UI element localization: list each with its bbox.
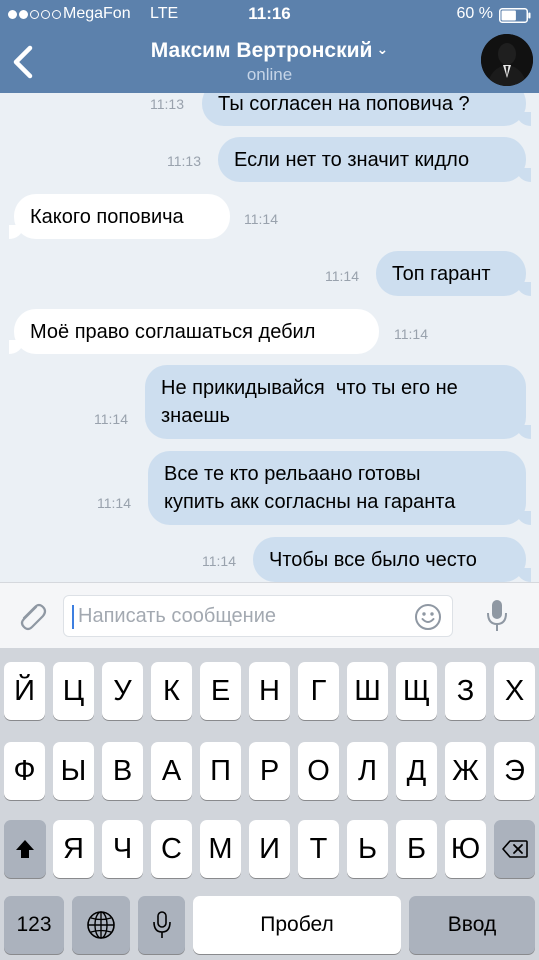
chevron-down-icon: ⌄ (376, 41, 389, 57)
message-time: 11:13 (167, 153, 201, 169)
battery-icon (499, 8, 531, 23)
key-я[interactable]: Я (53, 820, 94, 878)
key-л[interactable]: Л (347, 742, 388, 800)
key-м[interactable]: М (200, 820, 241, 878)
message-input-placeholder: Написать сообщение (78, 605, 277, 627)
message-time: 11:14 (244, 211, 278, 227)
message-bubble[interactable]: Моё право соглашаться дебил (9, 309, 379, 354)
message-time: 11:13 (150, 96, 184, 112)
message-text: Чтобы все было често (269, 548, 477, 571)
key-т[interactable]: Т (298, 820, 339, 878)
message-input[interactable]: Написать сообщение (63, 595, 453, 637)
status-bar: MegaFon LTE 11:16 60 % (0, 0, 539, 30)
message-text: Если нет то значит кидло (234, 148, 470, 171)
message-bubble[interactable]: Топ гарант (376, 251, 531, 296)
shift-arrow-icon (16, 840, 34, 858)
contact-name: Максим Вертронский (150, 39, 373, 62)
space-key[interactable]: Пробел (193, 896, 401, 954)
key-ц[interactable]: Ц (53, 662, 94, 720)
key-э[interactable]: Э (494, 742, 535, 800)
text-cursor (72, 605, 74, 629)
message-text-line: Все те кто рельаано готовы (164, 463, 421, 485)
key-ы[interactable]: Ы (53, 742, 94, 800)
key-х[interactable]: Х (494, 662, 535, 720)
key-е[interactable]: Е (200, 662, 241, 720)
message-list[interactable]: Ты согласен на поповича ? 11:13 Если нет… (0, 93, 539, 582)
paperclip-icon[interactable] (14, 599, 48, 633)
message-bubble[interactable]: Если нет то значит кидло (218, 137, 531, 182)
message-text: Топ гарант (392, 262, 491, 285)
dictation-key[interactable] (138, 896, 185, 954)
key-с[interactable]: С (151, 820, 192, 878)
key-о[interactable]: О (298, 742, 339, 800)
message-text: Какого поповича (30, 205, 184, 228)
message-text: Моё право соглашаться дебил (30, 320, 316, 343)
battery-percent: 60 % (456, 5, 493, 22)
microphone-icon[interactable] (486, 599, 508, 633)
message-bubble[interactable]: Не прикидывайся что ты его не знаешь (145, 365, 531, 439)
delete-key[interactable] (494, 820, 535, 878)
key-ж[interactable]: Ж (445, 742, 486, 800)
message-bubble[interactable]: Ты согласен на поповича ? (202, 93, 531, 126)
message-time: 11:14 (97, 495, 131, 511)
key-ь[interactable]: Ь (347, 820, 388, 878)
avatar[interactable] (481, 34, 533, 86)
message-text-line: знаешь (161, 405, 230, 427)
numbers-key[interactable]: 123 (4, 896, 64, 954)
key-п[interactable]: П (200, 742, 241, 800)
message-text-line: Не прикидывайся что ты его не (161, 377, 458, 399)
key-г[interactable]: Г (298, 662, 339, 720)
globe-key[interactable] (72, 896, 130, 954)
microphone-icon (152, 911, 171, 938)
key-ю[interactable]: Ю (445, 820, 486, 878)
message-bubble[interactable]: Какого поповича (9, 194, 230, 239)
key-у[interactable]: У (102, 662, 143, 720)
key-д[interactable]: Д (396, 742, 437, 800)
backspace-icon (501, 840, 528, 858)
return-key[interactable]: Ввод (409, 896, 535, 954)
key-б[interactable]: Б (396, 820, 437, 878)
keyboard: Й Ц У К Е Н Г Ш Щ З Х Ф Ы В А П Р О Л Д … (0, 648, 539, 960)
contact-name-button[interactable]: Максим Вертронский ⌄ (0, 39, 539, 63)
key-щ[interactable]: Щ (396, 662, 437, 720)
key-ф[interactable]: Ф (4, 742, 45, 800)
message-bubble[interactable]: Все те кто рельаано готовы купить акк со… (148, 451, 531, 525)
globe-icon (87, 911, 115, 939)
message-time: 11:14 (325, 268, 359, 284)
key-к[interactable]: К (151, 662, 192, 720)
key-а[interactable]: А (151, 742, 192, 800)
key-р[interactable]: Р (249, 742, 290, 800)
key-и[interactable]: И (249, 820, 290, 878)
message-text: Ты согласен на поповича ? (218, 93, 470, 115)
key-й[interactable]: Й (4, 662, 45, 720)
message-time: 11:14 (202, 553, 236, 569)
chat-header: MegaFon LTE 11:16 60 % Максим Вертронски… (0, 0, 539, 93)
message-composer: Написать сообщение (0, 582, 539, 648)
key-в[interactable]: В (102, 742, 143, 800)
message-text-line: купить акк согласны на гаранта (164, 491, 456, 513)
smiley-icon[interactable] (414, 603, 442, 631)
key-з[interactable]: З (445, 662, 486, 720)
key-ш[interactable]: Ш (347, 662, 388, 720)
message-time: 11:14 (94, 411, 128, 427)
contact-online-status: online (246, 65, 293, 84)
message-time: 11:14 (394, 326, 428, 342)
shift-key[interactable] (4, 820, 46, 878)
key-ч[interactable]: Ч (102, 820, 143, 878)
message-bubble[interactable]: Чтобы все было често (253, 537, 531, 582)
key-н[interactable]: Н (249, 662, 290, 720)
